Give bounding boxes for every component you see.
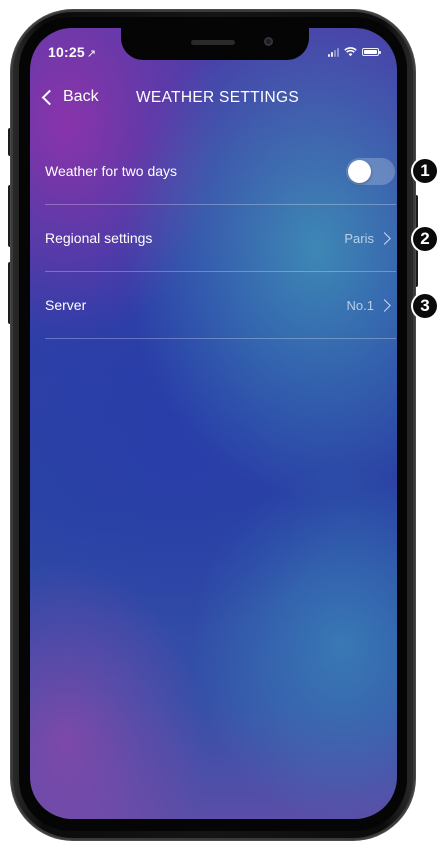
callout-badge-1: 1: [413, 159, 437, 183]
setting-value-group: No.1: [347, 298, 393, 313]
setting-value-group: Paris: [344, 231, 393, 246]
status-time: 10:25 ↗: [48, 44, 96, 60]
setting-label: Regional settings: [45, 230, 153, 246]
callout-badge-2: 2: [413, 227, 437, 251]
navigation-bar: Back WEATHER SETTINGS: [30, 88, 397, 118]
notch: [121, 28, 309, 60]
setting-value: Paris: [344, 230, 374, 246]
battery-icon: [362, 48, 381, 56]
front-camera-icon: [264, 37, 273, 46]
chevron-left-icon: [41, 89, 58, 105]
callout-badge-3: 3: [413, 294, 437, 318]
weather-two-days-toggle[interactable]: [346, 157, 395, 185]
status-time-text: 10:25: [48, 44, 85, 60]
location-arrow-icon: ↗: [86, 48, 97, 60]
speaker-grille: [191, 40, 235, 45]
setting-label: Server: [45, 297, 87, 313]
chevron-right-icon: [378, 231, 391, 245]
status-icons: [328, 47, 381, 57]
setting-value: No.1: [346, 297, 374, 313]
setting-row-server[interactable]: Server No.1: [45, 272, 396, 339]
page-title: WEATHER SETTINGS: [136, 89, 299, 106]
setting-row-regional-settings[interactable]: Regional settings Paris: [45, 205, 396, 272]
phone-screen: 10:25 ↗ Back WEATHER SETTINGS Weather fo…: [30, 28, 397, 819]
toggle-knob: [348, 159, 371, 183]
back-button[interactable]: Back: [40, 88, 99, 106]
setting-label: Weather for two days: [45, 163, 178, 179]
chevron-right-icon: [378, 298, 391, 312]
settings-list: Weather for two days Regional settings P…: [45, 138, 396, 339]
back-label: Back: [63, 88, 99, 105]
phone-mockup: 10:25 ↗ Back WEATHER SETTINGS Weather fo…: [0, 0, 440, 846]
wifi-icon: [344, 47, 357, 57]
setting-row-weather-two-days[interactable]: Weather for two days: [45, 138, 396, 205]
cellular-signal-icon: [328, 47, 339, 57]
